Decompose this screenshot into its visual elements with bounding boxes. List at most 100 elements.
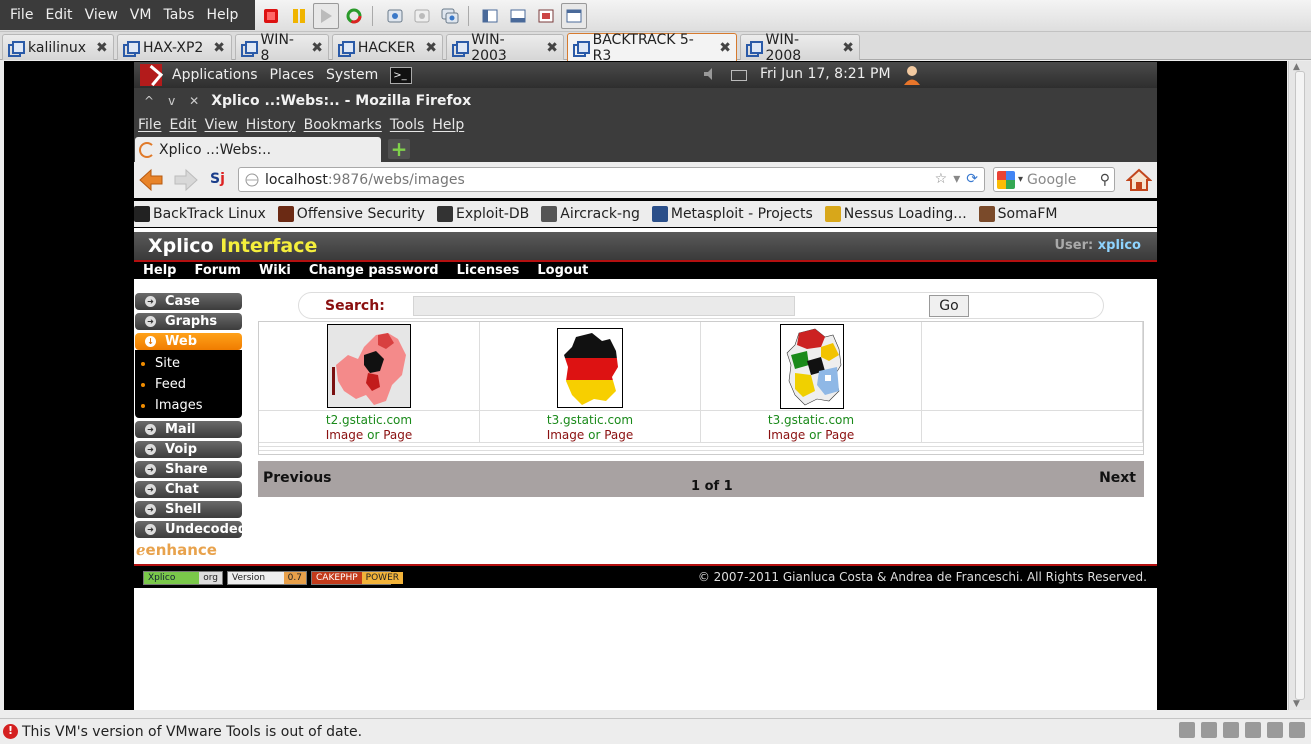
backtrack-logo-icon[interactable]	[140, 64, 162, 86]
enhance-logo[interactable]: ℯenhance	[136, 541, 217, 559]
sidebar-item-voip[interactable]: ➜ Voip	[135, 441, 242, 458]
bookmark-somafm[interactable]: SomaFM	[978, 206, 1057, 222]
vm-tab-win-2008[interactable]: WIN-2008 ✖	[740, 32, 860, 64]
bookmark-backtrack[interactable]: BackTrack Linux	[134, 206, 266, 222]
image-host-link[interactable]: t2.gstatic.com	[259, 411, 479, 428]
ff-menu-history[interactable]: History	[246, 117, 296, 133]
play-icon[interactable]	[313, 3, 339, 29]
nav-logout[interactable]: Logout	[537, 263, 588, 278]
image-host-link[interactable]: t3.gstatic.com	[701, 411, 921, 428]
nav-licenses[interactable]: Licenses	[457, 263, 520, 278]
host-menu-view[interactable]: View	[79, 7, 124, 23]
minimize-icon[interactable]: v	[168, 94, 175, 108]
bookmark-nessus[interactable]: Nessus Loading...	[824, 206, 967, 222]
sidebar-subitem-images[interactable]: Images	[135, 395, 242, 416]
sidebar-item-undecoded[interactable]: ➜ Undecoded	[135, 521, 247, 538]
sound-icon[interactable]	[1245, 722, 1261, 738]
bookmark-star-icon[interactable]: ☆	[935, 171, 948, 187]
sidebar-item-web[interactable]: ↓ Web	[135, 333, 242, 350]
search-bar[interactable]: ▾ Google ⚲	[993, 167, 1115, 192]
vertical-scrollbar[interactable]: ▲ ▼	[1288, 61, 1311, 710]
clock[interactable]: Fri Jun 17, 8:21 PM	[760, 66, 891, 82]
console-view-icon[interactable]	[561, 3, 587, 29]
search-input[interactable]	[413, 296, 795, 316]
host-menu-file[interactable]: File	[4, 7, 39, 23]
image-link[interactable]: Image	[326, 428, 364, 442]
ff-menu-view[interactable]: View	[205, 117, 238, 133]
sidebar-item-mail[interactable]: ➜ Mail	[135, 421, 242, 438]
gnome-menu-places[interactable]: Places	[270, 67, 315, 83]
page-link[interactable]: Page	[825, 428, 854, 442]
host-menu-tabs[interactable]: Tabs	[157, 7, 200, 23]
germany-flag-map-thumbnail[interactable]	[557, 328, 623, 408]
gnome-menu-applications[interactable]: Applications	[172, 67, 258, 83]
vm-tab-hacker[interactable]: HACKER ✖	[332, 34, 443, 60]
close-icon[interactable]: ✖	[425, 40, 437, 56]
nav-help[interactable]: Help	[143, 263, 176, 278]
europe-map-thumbnail[interactable]	[327, 324, 411, 408]
revert-icon[interactable]	[409, 3, 435, 29]
cakephp-badge[interactable]: CAKEPHP POWER	[311, 571, 404, 585]
scrollbar-thumb[interactable]	[1295, 71, 1305, 700]
dropdown-arrow-icon[interactable]: ▾	[953, 171, 960, 187]
host-menu-vm[interactable]: VM	[124, 7, 158, 23]
user-icon[interactable]	[902, 64, 922, 86]
vm-tab-win-2003[interactable]: WIN-2003 ✖	[446, 32, 564, 64]
nav-wiki[interactable]: Wiki	[259, 263, 291, 278]
bookmark-offensive-security[interactable]: Offensive Security	[277, 206, 425, 222]
forward-arrow-icon[interactable]	[173, 168, 199, 192]
close-icon[interactable]: ✖	[546, 40, 558, 56]
germany-states-map-thumbnail[interactable]	[780, 324, 844, 409]
image-host-link[interactable]: t3.gstatic.com	[480, 411, 700, 428]
search-engine-dropdown-icon[interactable]: ▾	[1018, 174, 1023, 185]
stumble-icon[interactable]: Sj	[210, 171, 230, 189]
reset-icon[interactable]	[341, 3, 367, 29]
hard-disk-icon[interactable]	[1179, 722, 1195, 738]
next-link[interactable]: Next	[1099, 470, 1136, 486]
close-icon[interactable]: ✖	[719, 40, 731, 56]
pause-icon[interactable]	[286, 3, 312, 29]
sidebar-subitem-site[interactable]: Site	[135, 353, 242, 374]
sidebar-item-chat[interactable]: ➜ Chat	[135, 481, 242, 498]
status-message[interactable]: This VM's version of VMware Tools is out…	[22, 724, 362, 740]
previous-link[interactable]: Previous	[263, 470, 332, 486]
image-link[interactable]: Image	[768, 428, 806, 442]
nav-forum[interactable]: Forum	[194, 263, 241, 278]
usb-icon[interactable]	[1289, 722, 1305, 738]
maximize-icon[interactable]: ^	[144, 94, 154, 108]
close-icon[interactable]: ✖	[842, 40, 854, 56]
vm-tab-kalilinux[interactable]: kalilinux ✖	[2, 34, 114, 60]
ff-menu-tools[interactable]: Tools	[390, 117, 425, 133]
google-icon[interactable]	[997, 170, 1015, 189]
page-link[interactable]: Page	[604, 428, 633, 442]
cdrom-icon[interactable]	[1201, 722, 1217, 738]
printer-icon[interactable]	[1223, 722, 1239, 738]
snapshot-icon[interactable]	[382, 3, 408, 29]
quick-switch-icon[interactable]	[477, 3, 503, 29]
host-menu-help[interactable]: Help	[200, 7, 244, 23]
xplico-org-badge[interactable]: Xplico org	[143, 571, 223, 585]
vm-tab-win-8[interactable]: WIN-8 ✖	[235, 32, 329, 64]
url-bar[interactable]: localhost:9876/webs/images ☆ ▾ ⟳	[238, 167, 985, 192]
sidebar-subitem-feed[interactable]: Feed	[135, 374, 242, 395]
warning-icon[interactable]	[3, 724, 18, 739]
back-arrow-icon[interactable]	[138, 168, 164, 192]
sidebar-item-case[interactable]: ➜ Case	[135, 293, 242, 310]
page-link[interactable]: Page	[383, 428, 412, 442]
ff-menu-file[interactable]: File	[138, 117, 161, 133]
browser-tab[interactable]: Xplico ..:Webs:..	[135, 137, 381, 162]
vm-tab-hax-xp2[interactable]: HAX-XP2 ✖	[117, 34, 232, 60]
close-icon[interactable]: ✖	[311, 40, 323, 56]
terminal-icon[interactable]: >_	[390, 66, 413, 84]
fullscreen-icon[interactable]	[505, 3, 531, 29]
new-tab-button[interactable]: +	[388, 137, 410, 161]
volume-icon[interactable]	[704, 68, 714, 80]
gnome-menu-system[interactable]: System	[326, 67, 378, 83]
mail-icon[interactable]	[731, 70, 747, 81]
ff-menu-bookmarks[interactable]: Bookmarks	[304, 117, 382, 133]
magnifier-icon[interactable]: ⚲	[1100, 172, 1110, 188]
go-button[interactable]: Go	[929, 295, 969, 317]
close-icon[interactable]: ✖	[213, 40, 225, 56]
bookmark-metasploit[interactable]: Metasploit - Projects	[651, 206, 813, 222]
bookmark-exploit-db[interactable]: Exploit-DB	[436, 206, 529, 222]
